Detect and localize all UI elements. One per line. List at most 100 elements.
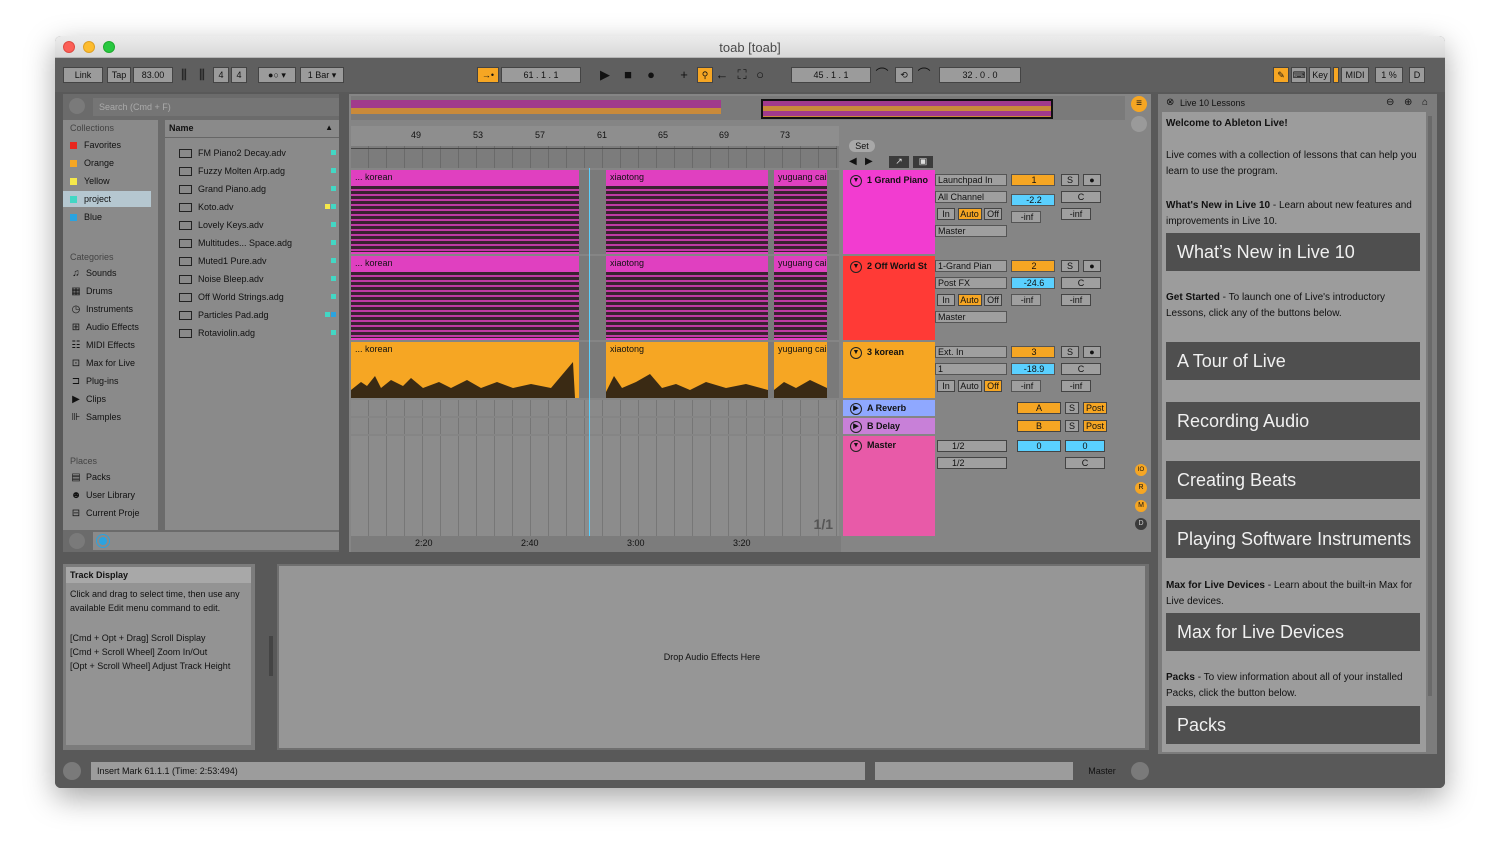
sidebar-item-midi-effects[interactable]: ☷ MIDI Effects: [70, 337, 150, 353]
io-toggle-icon[interactable]: IO: [1135, 464, 1147, 476]
punch-in-icon[interactable]: ⌒: [875, 67, 889, 83]
software-instruments-button[interactable]: Playing Software Instruments: [1166, 520, 1420, 558]
sidebar-item-blue[interactable]: Blue: [70, 209, 150, 225]
fold-icon[interactable]: ▼: [850, 440, 862, 452]
track-name-master[interactable]: ▼ Master: [845, 437, 933, 453]
returns-toggle-icon[interactable]: R: [1135, 482, 1147, 494]
track-name-grand-piano[interactable]: ▼ 1 Grand Piano: [845, 172, 933, 188]
track-activator[interactable]: 1: [1011, 174, 1055, 186]
output-select[interactable]: Master: [935, 225, 1007, 237]
monitor-in-button[interactable]: In: [937, 380, 955, 392]
tour-of-live-button[interactable]: A Tour of Live: [1166, 342, 1420, 380]
send-a-field[interactable]: -inf: [1011, 380, 1041, 392]
monitor-auto-button[interactable]: Auto: [957, 208, 982, 220]
delay-toggle-icon[interactable]: D: [1135, 518, 1147, 530]
nudge-down-icon[interactable]: ⫼: [177, 67, 191, 83]
session-record-icon[interactable]: ○: [753, 67, 767, 83]
sidebar-item-project[interactable]: project: [63, 191, 151, 207]
fold-icon[interactable]: ▼: [850, 261, 862, 273]
sidebar-item-max-for-live[interactable]: ⊡ Max for Live: [70, 355, 150, 371]
monitor-in-button[interactable]: In: [937, 294, 955, 306]
monitor-in-button[interactable]: In: [937, 208, 955, 220]
cue-volume[interactable]: 0: [1065, 440, 1105, 452]
list-item[interactable]: Muted1 Pure.adv: [179, 252, 336, 270]
clip-korean-3[interactable]: ... korean: [351, 342, 579, 398]
recording-audio-button[interactable]: Recording Audio: [1166, 402, 1420, 440]
time-sig-numerator[interactable]: 4: [213, 67, 229, 83]
drop-zone[interactable]: Drop Audio Effects Here: [279, 566, 1145, 748]
track-lane-korean[interactable]: ... korean xiaotong yuguang cai: [351, 342, 839, 398]
set-button[interactable]: Set: [849, 140, 875, 152]
arm-button[interactable]: ●: [1083, 174, 1101, 186]
audio-from-select[interactable]: Ext. In: [935, 346, 1007, 358]
packs-button[interactable]: Packs: [1166, 706, 1420, 744]
time-sig-denominator[interactable]: 4: [231, 67, 247, 83]
mixer-toggle-icon[interactable]: M: [1135, 500, 1147, 512]
sidebar-item-drums[interactable]: ▦ Drums: [70, 283, 150, 299]
track-lane-grand-piano[interactable]: ... korean xiaotong yuguang cai: [351, 170, 839, 254]
max-for-live-button[interactable]: Max for Live Devices: [1166, 613, 1420, 651]
time-ruler[interactable]: 2:20 2:40 3:00 3:20: [351, 536, 841, 552]
overview-viewport[interactable]: [761, 99, 1053, 119]
send-b-field[interactable]: -inf: [1061, 294, 1091, 306]
link-button[interactable]: Link: [63, 67, 103, 83]
play-icon[interactable]: ▶: [598, 67, 612, 83]
whats-new-button[interactable]: What’s New in Live 10: [1166, 233, 1420, 271]
return-a-solo[interactable]: S: [1065, 402, 1079, 414]
master-pan[interactable]: C: [1065, 457, 1105, 469]
pan-field[interactable]: C: [1061, 277, 1101, 289]
solo-button[interactable]: S: [1061, 260, 1079, 272]
track-name-off-world[interactable]: ▼ 2 Off World St: [845, 258, 933, 274]
punch-out-icon[interactable]: ⌒: [917, 67, 931, 83]
channel-select[interactable]: Post FX: [935, 277, 1007, 289]
position-field[interactable]: 61 . 1 . 1: [501, 67, 581, 83]
lock-icon[interactable]: ▣: [913, 156, 933, 168]
sidebar-item-clips[interactable]: ▶ Clips: [70, 391, 150, 407]
locator-prev-icon[interactable]: ◀: [849, 156, 857, 167]
return-b-post[interactable]: Post: [1083, 420, 1107, 432]
send-b-field[interactable]: -inf: [1061, 208, 1091, 220]
sidebar-item-samples[interactable]: ⊪ Samples: [70, 409, 150, 425]
key-map-button[interactable]: Key: [1309, 67, 1331, 83]
tempo-field[interactable]: 83.00: [133, 67, 173, 83]
track-name-delay[interactable]: ▶ B Delay: [845, 418, 933, 434]
help-forward-icon[interactable]: ⊕: [1404, 97, 1412, 108]
list-item[interactable]: Noise Bleep.adv: [179, 270, 336, 288]
search-input[interactable]: Search (Cmd + F): [93, 98, 339, 116]
list-item[interactable]: Grand Piano.adg: [179, 180, 336, 198]
return-lane-b[interactable]: [351, 418, 839, 434]
master-cue-select[interactable]: 1/2: [937, 457, 1007, 469]
sidebar-item-current-project[interactable]: ⊟ Current Proje: [70, 505, 150, 521]
loop-switch-icon[interactable]: ⟲: [895, 67, 913, 83]
return-a-post[interactable]: Post: [1083, 402, 1107, 414]
selected-track-label[interactable]: Master: [1083, 762, 1121, 780]
loop-length-field[interactable]: 32 . 0 . 0: [939, 67, 1021, 83]
browser-toggle-icon[interactable]: [69, 98, 85, 114]
list-item[interactable]: FM Piano2 Decay.adv: [179, 144, 336, 162]
volume-field[interactable]: -2.2: [1011, 194, 1055, 206]
send-a-field[interactable]: -inf: [1011, 211, 1041, 223]
clip-yuguang-1[interactable]: yuguang cai: [774, 170, 827, 254]
list-item[interactable]: Koto.adv: [179, 198, 336, 216]
input-channel-select[interactable]: 1: [935, 363, 1007, 375]
sidebar-item-orange[interactable]: Orange: [70, 155, 150, 171]
sidebar-item-audio-effects[interactable]: ⊞ Audio Effects: [70, 319, 150, 335]
automation-arm-icon[interactable]: ⚲: [697, 67, 713, 83]
draw-mode-icon[interactable]: ✎: [1273, 67, 1289, 83]
return-a-activator[interactable]: A: [1017, 402, 1061, 414]
channel-select[interactable]: All Channel: [935, 191, 1007, 203]
send-a-field[interactable]: -inf: [1011, 294, 1041, 306]
back-to-arrangement-icon[interactable]: ←: [715, 67, 729, 83]
preview-field[interactable]: [93, 532, 339, 550]
fold-icon[interactable]: ▼: [850, 175, 862, 187]
track-name-korean[interactable]: ▼ 3 korean: [845, 344, 933, 360]
sidebar-item-packs[interactable]: ▤ Packs: [70, 469, 150, 485]
list-item[interactable]: Rotaviolin.adg: [179, 324, 336, 342]
monitor-off-button[interactable]: Off: [984, 380, 1003, 392]
list-item[interactable]: Off World Strings.adg: [179, 288, 336, 306]
output-select[interactable]: Master: [935, 311, 1007, 323]
track-options-icon[interactable]: [1131, 116, 1147, 132]
midi-map-button[interactable]: MIDI: [1341, 67, 1369, 83]
pan-field[interactable]: C: [1061, 191, 1101, 203]
loop-start-field[interactable]: 45 . 1 . 1: [791, 67, 871, 83]
